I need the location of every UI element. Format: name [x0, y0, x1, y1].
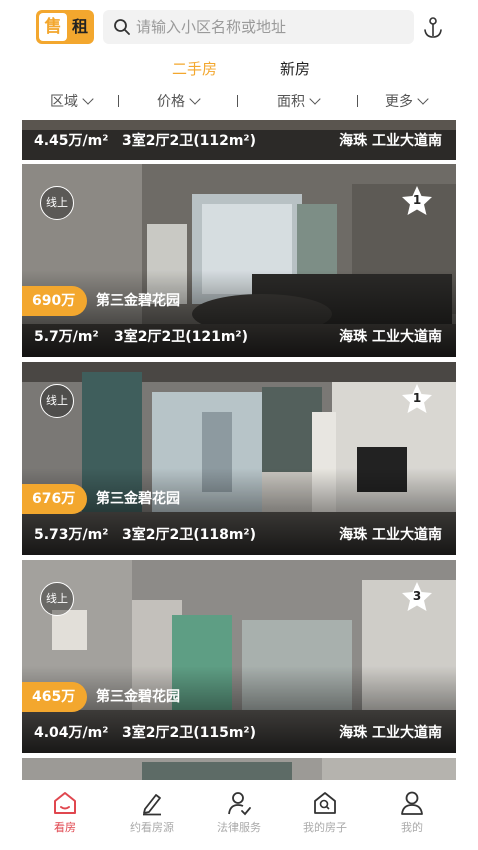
room-layout: 3室2厅2卫(115m²)	[122, 725, 256, 741]
tab-second-hand[interactable]: 二手房	[172, 58, 217, 79]
person-check-icon	[228, 792, 251, 816]
filter-district[interactable]: 区域	[50, 91, 94, 111]
favorite-count: 1	[412, 193, 422, 207]
nav-legal[interactable]: 法律服务	[199, 790, 279, 835]
room-layout: 3室2厅2卫(121m²)	[114, 329, 248, 345]
listing-card[interactable]: 4.45万/m² 3室2厅2卫(112m²) 海珠 工业大道南	[22, 120, 456, 160]
filter-district-label: 区域	[50, 94, 78, 110]
filter-area[interactable]: 面积	[277, 91, 321, 111]
house-icon	[54, 792, 76, 814]
favorite-star-icon[interactable]: 1	[400, 382, 434, 416]
user-icon	[401, 791, 423, 815]
chevron-down-icon	[309, 93, 321, 105]
favorite-count: 1	[412, 391, 422, 405]
top-bar: 售 租	[0, 0, 478, 56]
unit-price: 4.45万/m²	[34, 133, 109, 149]
community-name: 第三金碧花园	[96, 293, 180, 309]
nav-browse[interactable]: 看房	[25, 790, 105, 835]
search-bar[interactable]	[103, 10, 414, 44]
chevron-down-icon	[189, 93, 201, 105]
online-badge: 线上	[40, 582, 74, 616]
nav-my-house[interactable]: 我的房子	[285, 790, 365, 835]
pen-icon	[143, 794, 161, 816]
unit-price: 5.73万/m²	[34, 527, 109, 543]
listing-card[interactable]: 线上 3 465万 第三金碧花园 4.04万/m² 3室2厅2卫(115m²) …	[22, 560, 456, 753]
rent-tab[interactable]: 租	[69, 13, 91, 41]
listing-location: 海珠 工业大道南	[339, 527, 442, 543]
listing-card[interactable]: 线上 1 676万 第三金碧花园 5.73万/m² 3室2厅2卫(118m²) …	[22, 362, 456, 555]
price-tag: 676万	[22, 484, 88, 514]
search-input[interactable]	[136, 14, 406, 40]
listing-location: 海珠 工业大道南	[339, 725, 442, 741]
listing-card[interactable]	[22, 758, 456, 780]
community-name: 第三金碧花园	[96, 491, 180, 507]
community-name: 第三金碧花园	[96, 689, 180, 705]
listing-location: 海珠 工业大道南	[339, 329, 442, 345]
anchor-pin-icon[interactable]	[422, 16, 444, 40]
online-badge: 线上	[40, 186, 74, 220]
divider	[118, 95, 119, 107]
price-tag: 465万	[22, 682, 88, 712]
sell-tab[interactable]: 售	[39, 13, 67, 41]
house-search-icon	[314, 792, 336, 814]
nav-appointments[interactable]: 约看房源	[112, 790, 192, 835]
nav-profile-label: 我的	[401, 821, 423, 834]
favorite-count: 3	[412, 589, 422, 603]
unit-price: 4.04万/m²	[34, 725, 109, 741]
filter-price-label: 价格	[157, 94, 185, 110]
listing-location: 海珠 工业大道南	[339, 133, 442, 149]
filter-area-label: 面积	[277, 94, 305, 110]
chevron-down-icon	[82, 93, 94, 105]
price-tag: 690万	[22, 286, 88, 316]
nav-legal-label: 法律服务	[217, 821, 261, 834]
listing-card[interactable]: 线上 1 690万 第三金碧花园 5.7万/m² 3室2厅2卫(121m²) 海…	[22, 164, 456, 357]
divider	[237, 95, 238, 107]
tab-new-homes[interactable]: 新房	[280, 58, 310, 79]
sell-rent-toggle[interactable]: 售 租	[36, 10, 94, 44]
divider	[357, 95, 358, 107]
filter-bar: 区域 价格 面积 更多	[0, 86, 478, 118]
room-layout: 3室2厅2卫(118m²)	[122, 527, 256, 543]
property-type-tabs: 二手房 新房	[0, 56, 478, 86]
online-badge: 线上	[40, 384, 74, 418]
room-layout: 3室2厅2卫(112m²)	[122, 133, 256, 149]
nav-appointments-label: 约看房源	[130, 821, 174, 834]
listing-photo	[22, 758, 456, 780]
chevron-down-icon	[417, 93, 429, 105]
favorite-star-icon[interactable]: 3	[400, 580, 434, 614]
filter-more-label: 更多	[385, 94, 413, 110]
filter-more[interactable]: 更多	[385, 91, 429, 111]
filter-price[interactable]: 价格	[157, 91, 201, 111]
unit-price: 5.7万/m²	[34, 329, 99, 345]
nav-my-house-label: 我的房子	[303, 821, 347, 834]
favorite-star-icon[interactable]: 1	[400, 184, 434, 218]
nav-profile[interactable]: 我的	[372, 790, 452, 835]
nav-browse-label: 看房	[54, 821, 76, 834]
bottom-nav: 看房 约看房源 法律服务 我的房子 我的	[0, 780, 478, 850]
search-icon	[114, 19, 130, 35]
